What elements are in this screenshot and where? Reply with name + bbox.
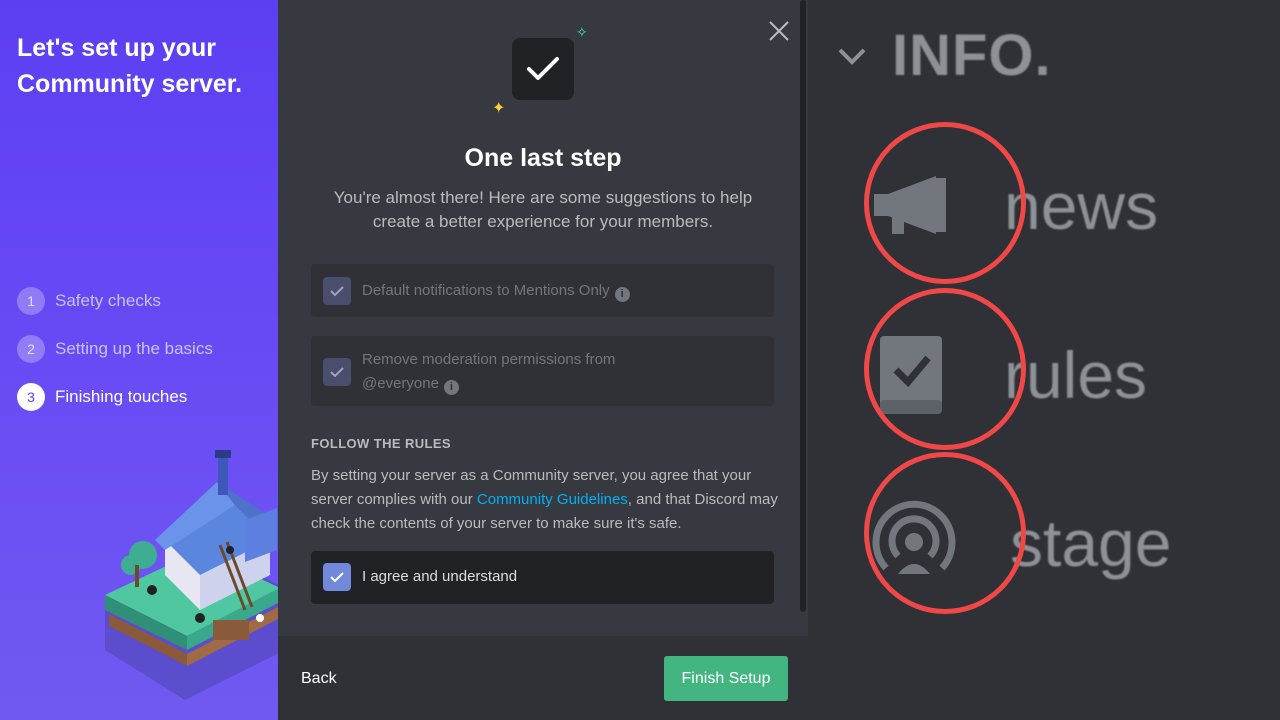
modal-scrollbar[interactable] [800, 0, 806, 612]
step-number: 1 [17, 287, 45, 315]
option-remove-moderation: Remove moderation permissions from @ever… [311, 336, 774, 406]
agree-label: I agree and understand [362, 568, 518, 585]
rules-section-header: FOLLOW THE RULES [311, 436, 451, 451]
modal-content: ✧ ✦ One last step You're almost there! H… [278, 0, 808, 636]
back-button[interactable]: Back [301, 670, 337, 688]
category-label: INFO. [892, 23, 1052, 88]
sparkle-icon: ✧ [576, 24, 588, 40]
agree-option[interactable]: I agree and understand [311, 551, 774, 604]
checkbox-remove-moderation [323, 358, 351, 386]
option-label: Default notifications to Mentions Only [362, 282, 610, 299]
step-safety-checks[interactable]: 1 Safety checks [17, 285, 213, 317]
community-setup-modal: ✧ ✦ One last step You're almost there! H… [278, 0, 808, 720]
step-label: Finishing touches [55, 387, 188, 406]
option-label-line1: Remove moderation permissions from [362, 351, 616, 368]
channel-name: stage [1010, 506, 1172, 580]
rules-description: By setting your server as a Community se… [311, 464, 781, 536]
step-number: 2 [17, 335, 45, 363]
setup-sidebar: Let's set up your Community server. 1 Sa… [0, 0, 278, 720]
info-icon[interactable]: i [614, 286, 630, 302]
option-label-line2: @everyone [362, 375, 439, 392]
sparkle-icon: ✦ [492, 100, 506, 117]
close-icon[interactable] [766, 18, 792, 44]
channel-name: news [1004, 169, 1159, 243]
finish-setup-button[interactable]: Finish Setup [664, 656, 788, 701]
sidebar-title: Let's set up your Community server. [17, 34, 243, 98]
step-label: Setting up the basics [55, 339, 213, 358]
option-default-notifications: Default notifications to Mentions Only i [311, 264, 774, 317]
checkmark-icon [512, 38, 574, 100]
agree-checkbox[interactable] [323, 563, 351, 591]
highlight-ring [864, 122, 1026, 284]
modal-subtitle: You're almost there! Here are some sugge… [333, 188, 753, 231]
info-icon[interactable]: i [443, 379, 459, 395]
checkbox-default-notifications [323, 277, 351, 305]
modal-footer: Back Finish Setup [278, 636, 808, 720]
setup-steps: 1 Safety checks 2 Setting up the basics … [17, 285, 213, 429]
highlight-ring [864, 288, 1026, 450]
category-info[interactable]: INFO. [836, 22, 1052, 89]
step-finishing-touches[interactable]: 3 Finishing touches [17, 381, 213, 413]
community-house-illustration [105, 450, 278, 700]
step-number: 3 [17, 383, 45, 411]
channel-list-zoom: INFO. news rules stage [808, 0, 1280, 720]
community-guidelines-link[interactable]: Community Guidelines [477, 491, 628, 508]
step-label: Safety checks [55, 291, 161, 310]
step-setting-up-basics[interactable]: 2 Setting up the basics [17, 333, 213, 365]
modal-title: One last step [464, 144, 622, 172]
highlight-ring [864, 452, 1026, 614]
chevron-down-icon [838, 48, 866, 65]
